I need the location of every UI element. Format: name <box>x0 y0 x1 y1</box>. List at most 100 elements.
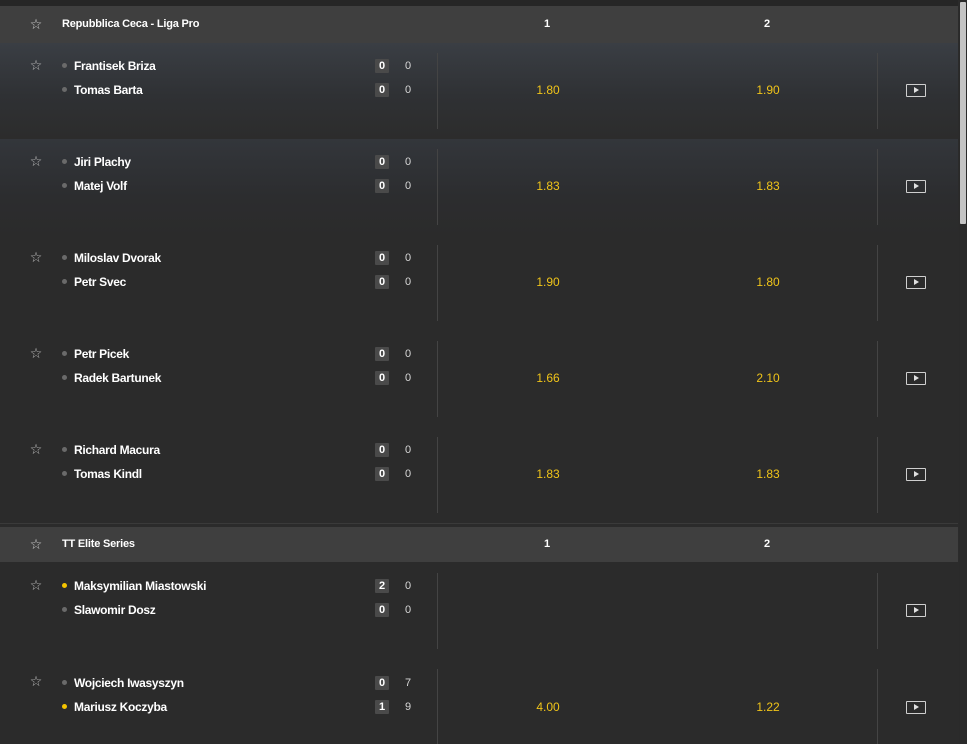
serve-indicator <box>62 351 67 357</box>
game-score: 0 <box>404 372 412 384</box>
serve-indicator <box>62 255 67 261</box>
star-icon[interactable]: ☆ <box>28 16 44 32</box>
player-name: Richard Macura <box>74 443 160 457</box>
player-name: Jiri Plachy <box>74 155 131 169</box>
odds-button-2[interactable]: 1.83 <box>738 466 798 482</box>
game-score: 0 <box>404 276 412 288</box>
column-header-1: 1 <box>543 18 551 30</box>
live-stream-icon[interactable] <box>906 372 926 385</box>
game-score: 0 <box>404 156 412 168</box>
live-stream-icon[interactable] <box>906 276 926 289</box>
star-icon[interactable]: ☆ <box>28 345 44 361</box>
player-away: Tomas Kindl <box>62 466 142 482</box>
player-name: Mariusz Koczyba <box>74 700 167 714</box>
player-away: Slawomir Dosz <box>62 602 156 618</box>
player-name: Slawomir Dosz <box>74 603 156 617</box>
divider <box>877 149 878 225</box>
set-score: 0 <box>375 155 389 169</box>
set-score: 1 <box>375 700 389 714</box>
live-stream-icon[interactable] <box>906 604 926 617</box>
set-score: 0 <box>375 251 389 265</box>
serve-indicator <box>62 183 67 189</box>
odds-button-1[interactable]: 1.80 <box>518 82 578 98</box>
divider <box>437 149 438 225</box>
star-icon[interactable]: ☆ <box>28 577 44 593</box>
set-score: 0 <box>375 347 389 361</box>
player-home: Wojciech Iwasyszyn <box>62 675 184 691</box>
serve-indicator <box>62 87 67 93</box>
player-away: Petr Svec <box>62 274 126 290</box>
match-row[interactable]: ☆ Petr Picek Radek Bartunek 0 0 0 0 1.66… <box>0 331 958 428</box>
column-header-2: 2 <box>763 538 771 550</box>
divider <box>437 341 438 417</box>
game-score: 9 <box>404 701 412 713</box>
serve-indicator <box>62 680 67 686</box>
match-row[interactable]: ☆ Maksymilian Miastowski Slawomir Dosz 2… <box>0 563 958 660</box>
divider <box>877 669 878 744</box>
divider <box>437 53 438 129</box>
league-header: ☆ TT Elite Series 1 2 <box>0 527 958 562</box>
live-stream-icon[interactable] <box>906 468 926 481</box>
league-name[interactable]: Repubblica Ceca - Liga Pro <box>62 6 199 43</box>
player-name: Wojciech Iwasyszyn <box>74 676 184 690</box>
player-home: Jiri Plachy <box>62 154 131 170</box>
serve-indicator <box>62 375 67 381</box>
set-score: 0 <box>375 179 389 193</box>
match-row[interactable]: ☆ Frantisek Briza Tomas Barta 0 0 0 0 1.… <box>0 43 958 140</box>
odds-button-1[interactable]: 4.00 <box>518 699 578 715</box>
star-icon[interactable]: ☆ <box>28 673 44 689</box>
league-header: ☆ Repubblica Ceca - Liga Pro 1 2 <box>0 6 958 43</box>
star-icon[interactable]: ☆ <box>28 57 44 73</box>
player-away: Tomas Barta <box>62 82 143 98</box>
set-score: 0 <box>375 371 389 385</box>
star-icon[interactable]: ☆ <box>28 536 44 552</box>
player-name: Tomas Barta <box>74 83 143 97</box>
odds-button-1[interactable]: 1.83 <box>518 178 578 194</box>
game-score: 0 <box>404 60 412 72</box>
divider <box>877 341 878 417</box>
serve-indicator <box>62 704 67 710</box>
star-icon[interactable]: ☆ <box>28 441 44 457</box>
set-score: 0 <box>375 83 389 97</box>
odds-button-1[interactable]: 1.66 <box>518 370 578 386</box>
set-score: 0 <box>375 443 389 457</box>
player-name: Tomas Kindl <box>74 467 142 481</box>
match-row[interactable]: ☆ Wojciech Iwasyszyn Mariusz Koczyba 0 7… <box>0 659 958 744</box>
star-icon[interactable]: ☆ <box>28 153 44 169</box>
player-name: Matej Volf <box>74 179 127 193</box>
game-score: 7 <box>404 677 412 689</box>
game-score: 0 <box>404 604 412 616</box>
set-score: 2 <box>375 579 389 593</box>
odds-button-1[interactable]: 1.83 <box>518 466 578 482</box>
live-stream-icon[interactable] <box>906 701 926 714</box>
league-name[interactable]: TT Elite Series <box>62 527 135 562</box>
player-away: Radek Bartunek <box>62 370 161 386</box>
star-icon[interactable]: ☆ <box>28 249 44 265</box>
odds-button-1[interactable]: 1.90 <box>518 274 578 290</box>
live-stream-icon[interactable] <box>906 180 926 193</box>
scrollbar-thumb[interactable] <box>960 2 966 224</box>
game-score: 0 <box>404 444 412 456</box>
odds-button-2[interactable]: 1.90 <box>738 82 798 98</box>
player-name: Frantisek Briza <box>74 59 156 73</box>
divider <box>877 573 878 649</box>
odds-button-2[interactable]: 2.10 <box>738 370 798 386</box>
divider <box>437 437 438 513</box>
player-name: Miloslav Dvorak <box>74 251 161 265</box>
player-away: Mariusz Koczyba <box>62 699 167 715</box>
column-header-2: 2 <box>763 18 771 30</box>
serve-indicator <box>62 471 67 477</box>
odds-button-2[interactable]: 1.83 <box>738 178 798 194</box>
divider <box>877 53 878 129</box>
match-row[interactable]: ☆ Jiri Plachy Matej Volf 0 0 0 0 1.83 1.… <box>0 139 958 236</box>
match-row[interactable]: ☆ Miloslav Dvorak Petr Svec 0 0 0 0 1.90… <box>0 235 958 332</box>
serve-indicator <box>62 279 67 285</box>
odds-button-2[interactable]: 1.22 <box>738 699 798 715</box>
player-away: Matej Volf <box>62 178 127 194</box>
match-row[interactable]: ☆ Richard Macura Tomas Kindl 0 0 0 0 1.8… <box>0 427 958 524</box>
divider <box>437 669 438 744</box>
odds-button-2[interactable]: 1.80 <box>738 274 798 290</box>
live-stream-icon[interactable] <box>906 84 926 97</box>
serve-indicator <box>62 607 67 613</box>
player-home: Frantisek Briza <box>62 58 156 74</box>
